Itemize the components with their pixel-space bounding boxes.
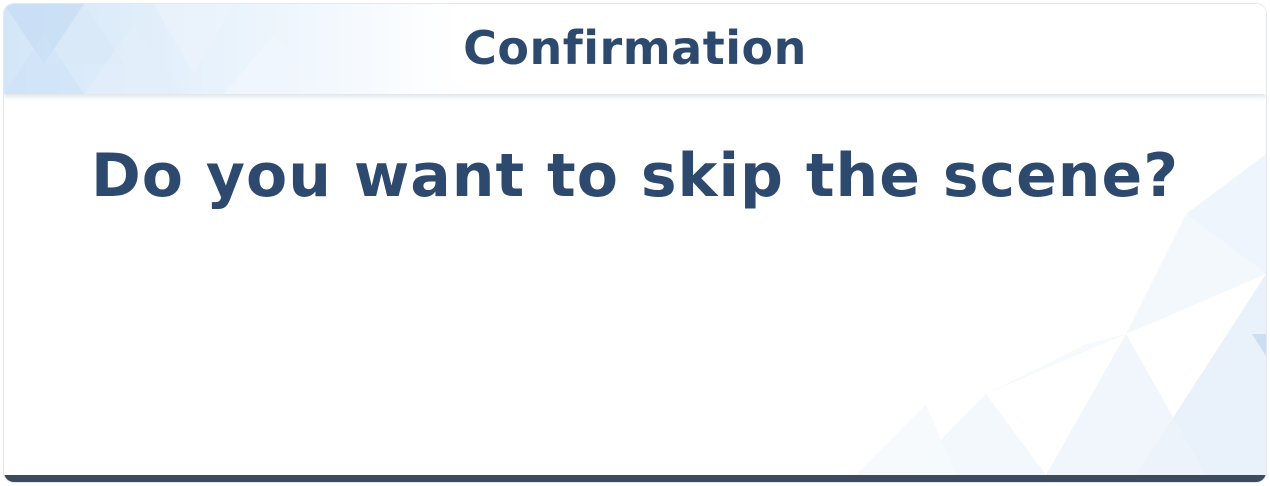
confirmation-dialog: Confirmation Do you want to skip the sce…: [4, 4, 1266, 482]
dialog-bottom-border: [4, 475, 1266, 482]
dialog-title: Confirmation: [463, 21, 807, 75]
dialog-message: Do you want to skip the scene?: [90, 141, 1180, 211]
dialog-header: Confirmation: [4, 4, 1266, 94]
dialog-body: Do you want to skip the scene?: [4, 94, 1266, 475]
